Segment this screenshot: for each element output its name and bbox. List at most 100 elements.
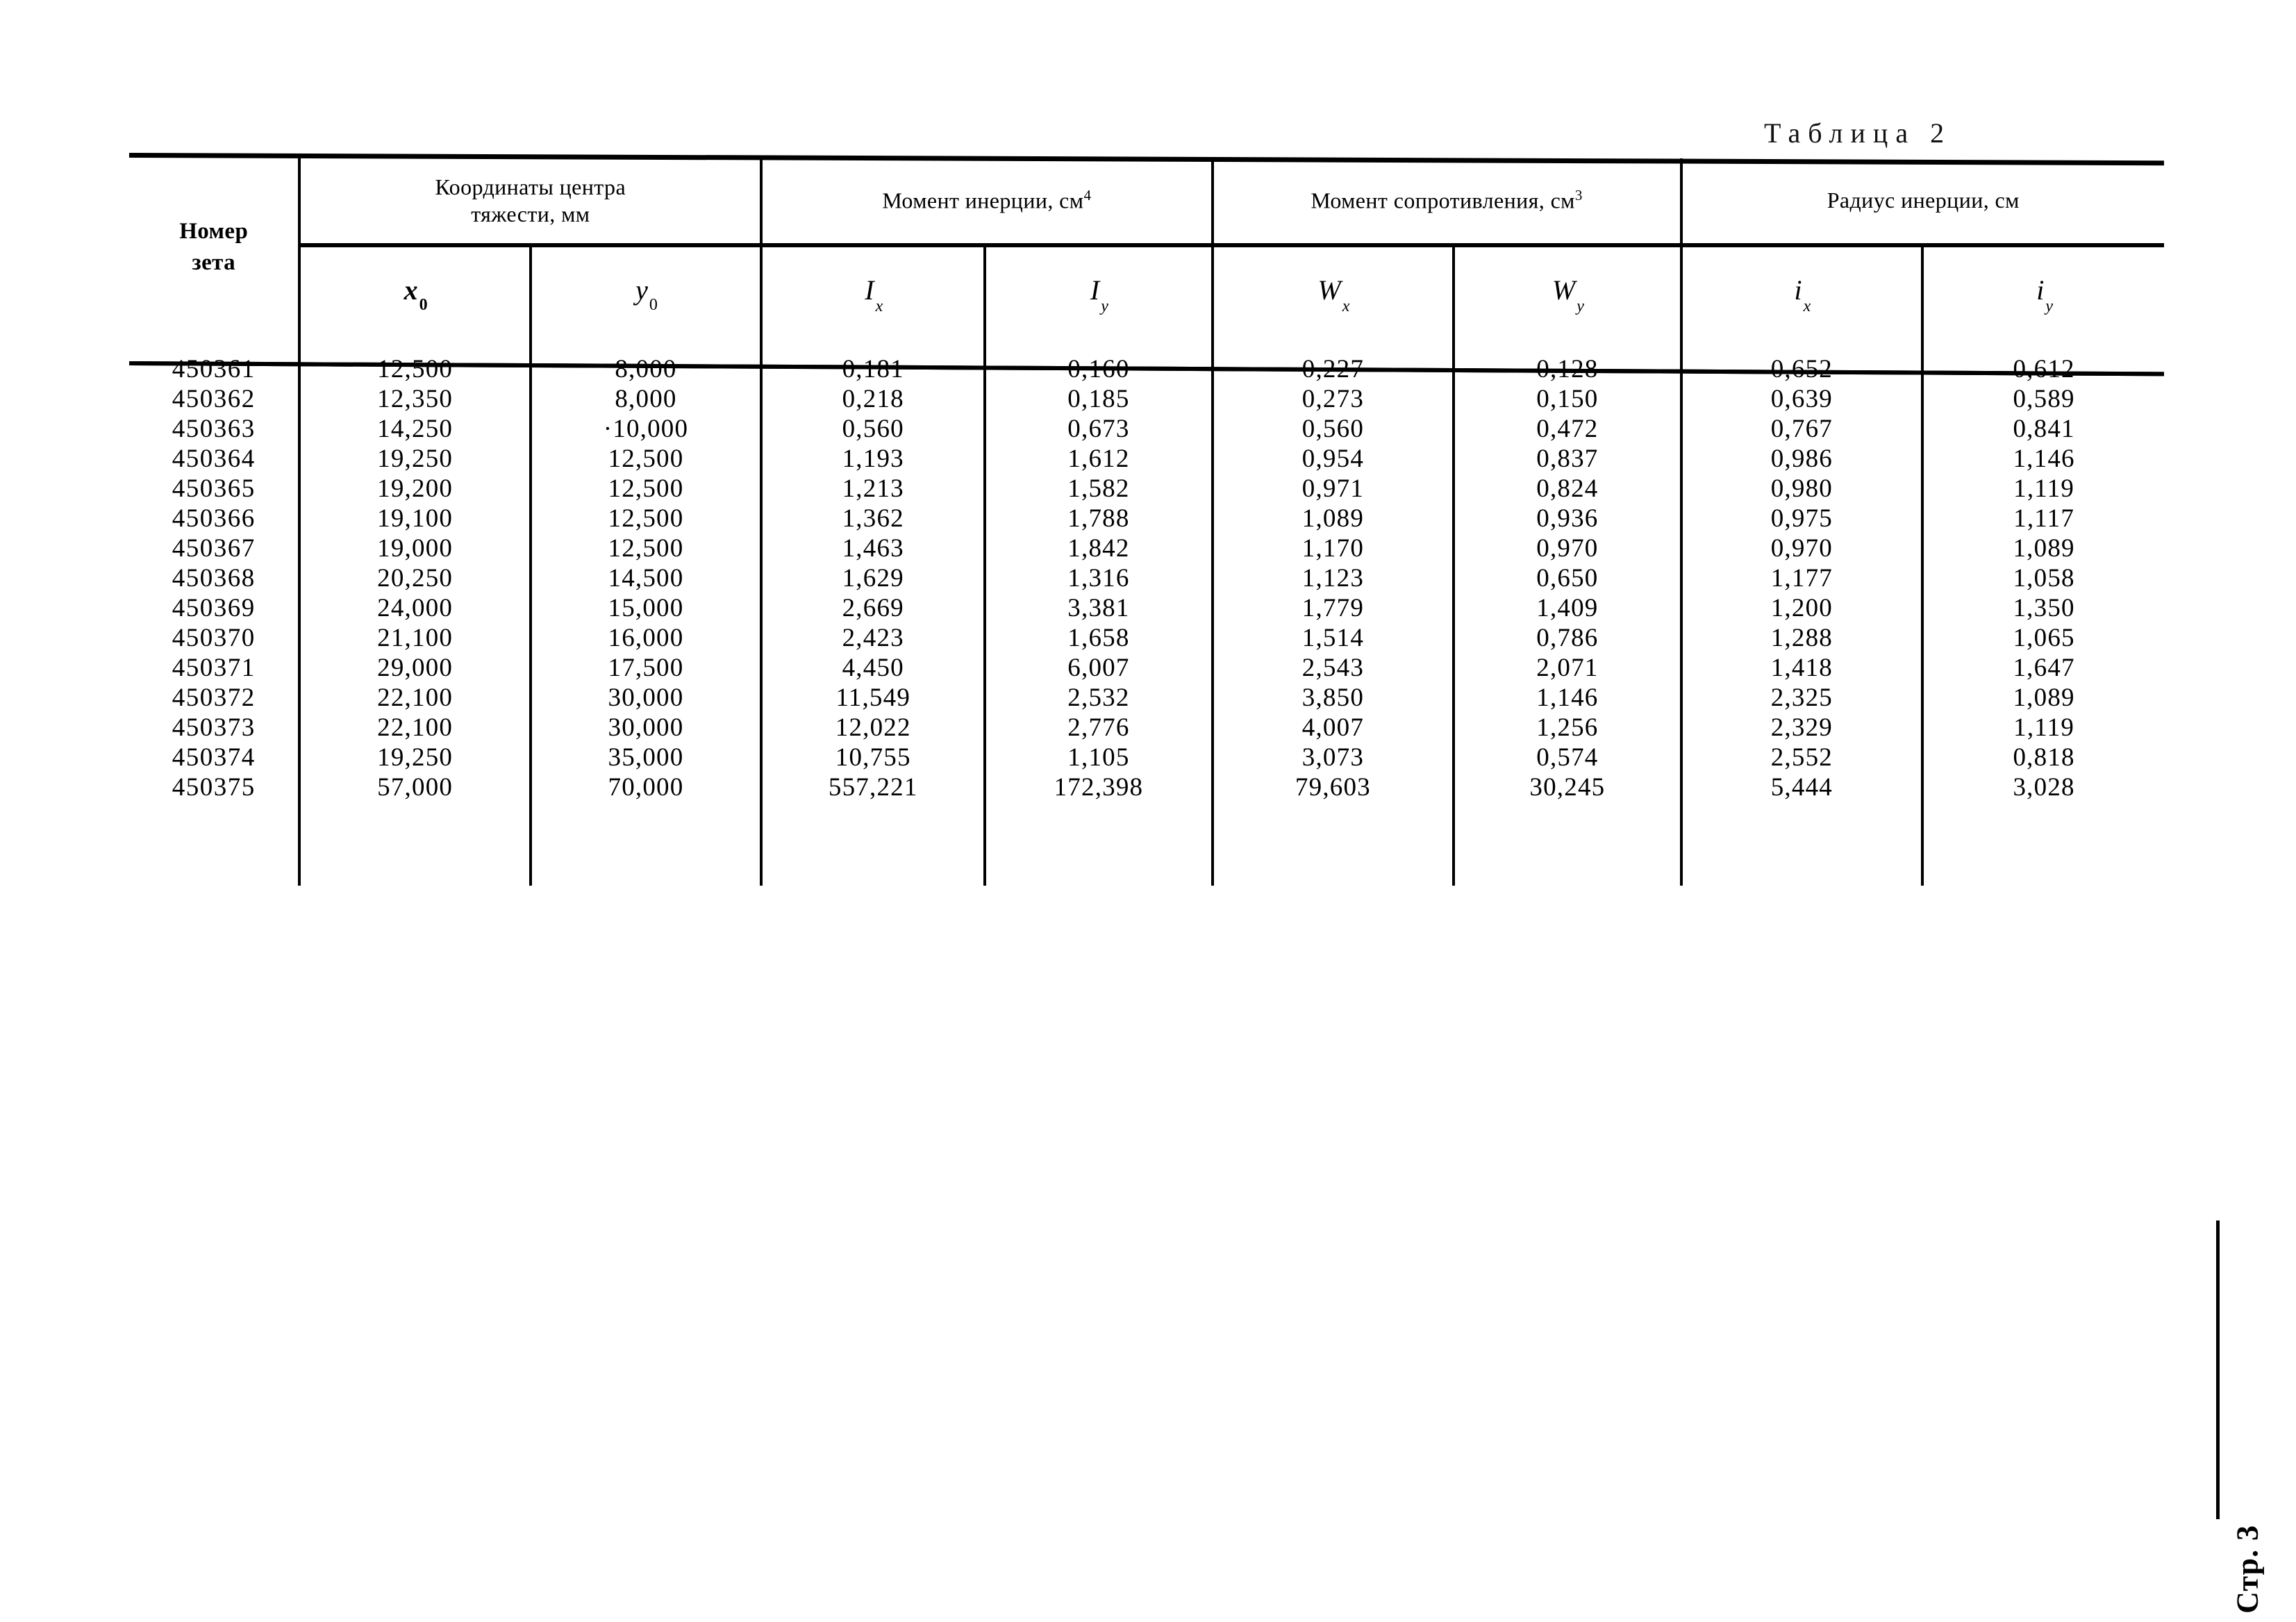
- cell-iy-radius: 1,146: [1921, 444, 2164, 474]
- cell-iy-inertia: 0,673: [983, 414, 1213, 444]
- header-symbol-wy-base: W: [1552, 274, 1576, 306]
- header-symbol-x0-base: x: [404, 274, 418, 306]
- cell-x0: 57,000: [298, 772, 531, 802]
- header-group-section-modulus-label: Момент сопротивления, см: [1311, 188, 1575, 213]
- cell-x0: 19,200: [298, 474, 531, 504]
- cell-x0: 20,250: [298, 563, 531, 593]
- cell-id: 450364: [172, 445, 256, 473]
- header-symbol-ix-radius: ix: [1679, 245, 1923, 336]
- cell-ix-inertia: 12,022: [760, 713, 985, 743]
- cell-iy-inertia: 2,532: [983, 683, 1213, 713]
- cell-y0: 12,500: [529, 504, 762, 533]
- cell-x0: 19,000: [298, 533, 531, 563]
- header-group-moment-inertia-exponent: 4: [1083, 187, 1092, 204]
- cell-wx: 0,971: [1211, 474, 1454, 504]
- cell-iy-radius: 1,350: [1921, 593, 2164, 623]
- cell-ix-radius: 0,986: [1679, 444, 1923, 474]
- cell-id: 450375: [172, 773, 256, 802]
- cell-wx: 3,073: [1211, 743, 1454, 772]
- header-group-section-modulus-exponent: 3: [1574, 187, 1583, 204]
- cell-wy: 0,970: [1452, 533, 1681, 563]
- cell-ix-inertia: 2,669: [760, 593, 985, 623]
- cell-id: 450362: [172, 385, 256, 413]
- header-group-centroid: Координаты центра тяжести, мм: [298, 158, 762, 247]
- cell-x0: 12,350: [298, 384, 531, 414]
- cell-y0: 12,500: [529, 474, 762, 504]
- cell-iy-radius: 0,841: [1921, 414, 2164, 444]
- cell-ix-radius: 2,325: [1679, 683, 1923, 713]
- cell-iy-radius: 1,117: [1921, 504, 2164, 533]
- header-symbol-iy-inertia-sub: y: [1101, 297, 1108, 315]
- cell-wy: 2,071: [1452, 653, 1681, 683]
- header-symbol-x0-sub: 0: [419, 295, 428, 314]
- header-symbol-y0: y0: [529, 245, 762, 336]
- cell-iy-inertia: 1,842: [983, 533, 1213, 563]
- cell-iy-radius: 1,089: [1921, 533, 2164, 563]
- cell-ix-inertia: 4,450: [760, 653, 985, 683]
- cell-y0: 30,000: [529, 683, 762, 713]
- table-row: 450362 12,350 8,000 0,218 0,185 0,273 0,…: [129, 384, 2164, 414]
- cell-wy: 0,786: [1452, 623, 1681, 653]
- cell-ix-inertia: 1,629: [760, 563, 985, 593]
- cell-ix-inertia: 11,549: [760, 683, 985, 713]
- cell-x0: 29,000: [298, 653, 531, 683]
- cell-ix-radius: 0,652: [1679, 336, 1923, 384]
- cell-wy: 0,650: [1452, 563, 1681, 593]
- cell-wx: 1,123: [1211, 563, 1454, 593]
- header-symbol-wx: Wx: [1211, 245, 1454, 336]
- cell-y0: 12,500: [529, 533, 762, 563]
- cell-ix-radius: 1,200: [1679, 593, 1923, 623]
- cell-y0: 30,000: [529, 713, 762, 743]
- filler-cell: [529, 802, 762, 886]
- cell-iy-inertia: 1,105: [983, 743, 1213, 772]
- header-group-section-modulus: Момент сопротивления, см3: [1211, 158, 1681, 247]
- cell-y0: 35,000: [529, 743, 762, 772]
- header-group-radius-gyration: Радиус инерции, см: [1679, 158, 2164, 247]
- cell-iy-inertia: 0,160: [983, 336, 1213, 384]
- header-group-centroid-line2: тяжести, мм: [471, 201, 590, 226]
- cell-ix-radius: 0,980: [1679, 474, 1923, 504]
- table-row: 450372 22,100 30,000 11,549 2,532 3,850 …: [129, 683, 2164, 713]
- cell-ix-inertia: 1,193: [760, 444, 985, 474]
- cell-iy-radius: 0,612: [1921, 336, 2164, 384]
- table-head: Номер зета Координаты центра тяжести, мм…: [129, 158, 2164, 336]
- header-symbol-ix-radius-sub: x: [1803, 297, 1811, 315]
- header-symbol-ix-inertia-sub: x: [875, 297, 883, 315]
- filler-cell: [760, 802, 985, 886]
- table-row: 450374 19,250 35,000 10,755 1,105 3,073 …: [129, 743, 2164, 772]
- cell-id: 450367: [172, 534, 256, 563]
- cell-y0: 16,000: [529, 623, 762, 653]
- cell-wy: 1,146: [1452, 683, 1681, 713]
- cell-ix-radius: 1,177: [1679, 563, 1923, 593]
- cell-x0: 24,000: [298, 593, 531, 623]
- header-group-row: Номер зета Координаты центра тяжести, мм…: [129, 158, 2164, 275]
- cell-x0: 22,100: [298, 713, 531, 743]
- cell-x0: 19,250: [298, 743, 531, 772]
- cell-iy-inertia: 172,398: [983, 772, 1213, 802]
- cell-x0: 12,500: [298, 336, 531, 384]
- cell-wx: 1,779: [1211, 593, 1454, 623]
- cell-x0: 21,100: [298, 623, 531, 653]
- table-row: 450367 19,000 12,500 1,463 1,842 1,170 0…: [129, 533, 2164, 563]
- filler-cell: [1921, 802, 2164, 886]
- cell-y0: ·10,000: [529, 414, 762, 444]
- header-symbol-y0-sub: 0: [649, 295, 658, 314]
- header-symbol-iy-inertia-base: I: [1090, 274, 1100, 306]
- cell-wy: 0,150: [1452, 384, 1681, 414]
- header-symbol-wy: Wy: [1452, 245, 1681, 336]
- cell-ix-inertia: 10,755: [760, 743, 985, 772]
- header-row-label: Номер зета: [129, 158, 299, 336]
- cell-ix-radius: 2,329: [1679, 713, 1923, 743]
- cell-ix-radius: 1,288: [1679, 623, 1923, 653]
- cell-ix-inertia: 2,423: [760, 623, 985, 653]
- table-row: 450364 19,250 12,500 1,193 1,612 0,954 0…: [129, 444, 2164, 474]
- table-row: 450368 20,250 14,500 1,629 1,316 1,123 0…: [129, 563, 2164, 593]
- cell-id: 450361: [172, 355, 256, 383]
- filler-cell: [1452, 802, 1681, 886]
- header-symbol-iy-radius-base: i: [2036, 274, 2045, 306]
- cell-ix-inertia: 1,213: [760, 474, 985, 504]
- cell-x0: 19,100: [298, 504, 531, 533]
- table-row: 450366 19,100 12,500 1,362 1,788 1,089 0…: [129, 504, 2164, 533]
- header-symbol-iy-inertia: Iy: [983, 245, 1213, 336]
- cell-wy: 0,824: [1452, 474, 1681, 504]
